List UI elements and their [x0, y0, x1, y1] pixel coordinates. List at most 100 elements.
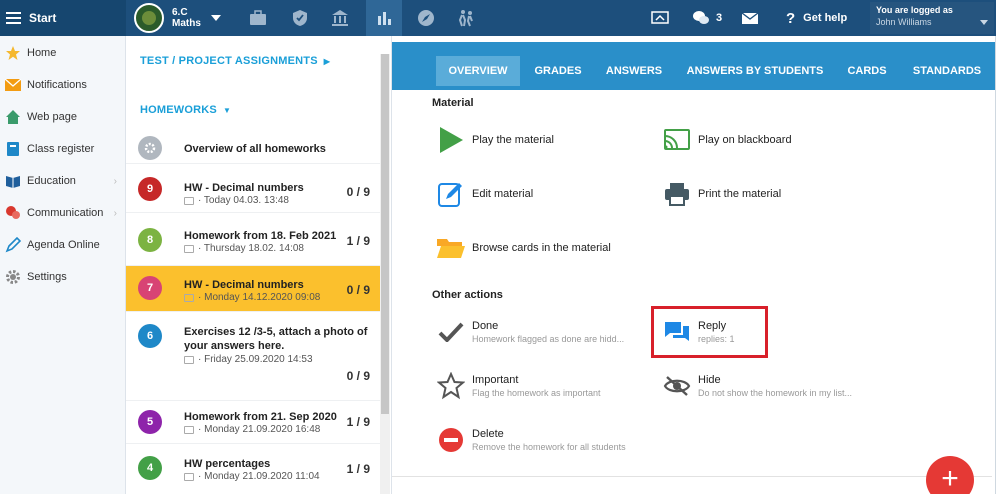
- chevron-down-icon: [210, 15, 221, 21]
- gear-icon: [5, 269, 21, 285]
- question-mark-icon: ?: [786, 9, 796, 27]
- sidebar-item-education[interactable]: Education ›: [0, 165, 125, 197]
- device-icon: [184, 355, 194, 364]
- delete-description: Remove the homework for all students: [472, 442, 626, 452]
- material-heading: Material: [432, 97, 474, 109]
- delete-button[interactable]: Delete Remove the homework for all stude…: [436, 423, 626, 457]
- homework-row[interactable]: 5 Homework from 21. Sep 2020 · Monday 21…: [126, 402, 380, 444]
- homework-date: · Monday 14.12.2020 09:08: [198, 292, 321, 303]
- tab-grades[interactable]: GRADES: [526, 56, 590, 86]
- homework-date: · Monday 21.09.2020 16:48: [198, 424, 321, 435]
- sidebar-item-label: Communication: [27, 207, 104, 219]
- user-menu[interactable]: You are logged as John Williams: [870, 2, 994, 34]
- edit-material-button[interactable]: Edit material: [436, 177, 533, 211]
- homework-score: 1 / 9: [346, 462, 370, 476]
- homework-title: Homework from 18. Feb 2021: [184, 230, 337, 242]
- homework-row[interactable]: 4 HW percentages · Monday 21.09.2020 11:…: [126, 445, 380, 494]
- sidebar-item-class-register[interactable]: Class register: [0, 133, 125, 165]
- play-material-button[interactable]: Play the material: [436, 123, 554, 157]
- checkmark-icon: [436, 317, 466, 347]
- important-label: Important: [472, 374, 519, 386]
- tab-answers[interactable]: ANSWERS: [598, 56, 670, 86]
- sidebar: Home Notifications Web page Class regist…: [0, 36, 126, 494]
- cast-screen-icon[interactable]: [650, 8, 670, 28]
- star-outline-icon: [436, 371, 466, 401]
- messages-button[interactable]: 3: [692, 0, 722, 36]
- sidebar-item-label: Home: [27, 47, 57, 59]
- homework-number-badge: 9: [138, 177, 162, 201]
- top-bar: Start 6.C Maths 3 ? Get help You are log…: [0, 0, 996, 36]
- test-project-assignments-link[interactable]: TEST / PROJECT ASSIGNMENTS ▶: [140, 55, 330, 67]
- homework-row-selected[interactable]: 7 HW - Decimal numbers · Monday 14.12.20…: [126, 266, 380, 312]
- hamburger-icon: [6, 12, 21, 24]
- homework-date: · Today 04.03. 13:48: [198, 195, 289, 206]
- folder-open-icon: [436, 233, 466, 263]
- add-fab-button[interactable]: +: [926, 456, 974, 494]
- sidebar-item-label: Web page: [27, 111, 77, 123]
- tab-cards[interactable]: CARDS: [838, 56, 896, 86]
- hide-button[interactable]: Hide Do not show the homework in my list…: [662, 369, 852, 403]
- scrollbar[interactable]: [380, 54, 390, 494]
- print-material-button[interactable]: Print the material: [662, 177, 781, 211]
- chat-icon: [5, 205, 21, 221]
- star-icon: [5, 45, 21, 61]
- compass-icon[interactable]: [416, 8, 436, 28]
- sidebar-item-web-page[interactable]: Web page: [0, 101, 125, 133]
- play-icon: [436, 125, 466, 155]
- hide-label: Hide: [698, 374, 721, 386]
- play-on-blackboard-button[interactable]: Play on blackboard: [662, 123, 792, 157]
- homework-score: 0 / 9: [346, 369, 370, 383]
- browse-cards-button[interactable]: Browse cards in the material: [436, 231, 611, 265]
- bar-chart-icon[interactable]: [366, 0, 402, 36]
- tab-answers-by-students[interactable]: ANSWERS BY STUDENTS: [680, 56, 830, 86]
- pen-icon: [5, 237, 21, 253]
- delete-label: Delete: [472, 428, 504, 440]
- gear-icon: [138, 136, 162, 160]
- class-avatar: [134, 3, 164, 33]
- overview-all-homeworks[interactable]: Overview of all homeworks: [126, 132, 380, 164]
- sidebar-item-home[interactable]: Home: [0, 37, 125, 69]
- house-icon: [5, 109, 21, 125]
- tab-overview[interactable]: OVERVIEW: [436, 56, 520, 86]
- scrollbar-thumb[interactable]: [381, 54, 389, 414]
- homework-date: · Monday 21.09.2020 11:04: [198, 471, 320, 482]
- class-selector[interactable]: 6.C Maths: [134, 0, 221, 36]
- homework-row[interactable]: 6 Exercises 12 /3-5, attach a photo of y…: [126, 313, 380, 401]
- briefcase-icon[interactable]: [248, 8, 268, 28]
- device-icon: [184, 244, 194, 253]
- chevron-right-icon: ▶: [323, 57, 331, 66]
- printer-icon: [662, 179, 692, 209]
- sidebar-item-settings[interactable]: Settings: [0, 261, 125, 293]
- sidebar-item-communication[interactable]: Communication ›: [0, 197, 125, 229]
- device-icon: [184, 425, 194, 434]
- start-menu-button[interactable]: Start: [0, 0, 126, 36]
- sidebar-item-agenda-online[interactable]: Agenda Online: [0, 229, 125, 261]
- homework-row[interactable]: 9 HW - Decimal numbers · Today 04.03. 13…: [126, 165, 380, 213]
- mail-icon[interactable]: [740, 8, 760, 28]
- start-label: Start: [29, 11, 57, 25]
- device-icon: [184, 196, 194, 205]
- play-material-label: Play the material: [472, 134, 554, 146]
- browse-cards-label: Browse cards in the material: [472, 242, 611, 254]
- help-label: Get help: [803, 12, 848, 24]
- sidebar-item-label: Education: [27, 175, 76, 187]
- shield-icon[interactable]: [290, 8, 310, 28]
- students-walking-icon[interactable]: [456, 8, 476, 28]
- tab-standards[interactable]: STANDARDS: [906, 56, 988, 86]
- homework-score: 1 / 9: [346, 234, 370, 248]
- homeworks-section-toggle[interactable]: HOMEWORKS ▼: [140, 104, 231, 116]
- homework-detail-panel: OVERVIEW GRADES ANSWERS ANSWERS BY STUDE…: [392, 36, 996, 494]
- message-count: 3: [716, 12, 723, 24]
- sidebar-item-notifications[interactable]: Notifications: [0, 69, 125, 101]
- important-button[interactable]: Important Flag the homework as important: [436, 369, 601, 403]
- reply-highlight-box: [651, 306, 768, 358]
- chevron-down-icon: [980, 20, 988, 25]
- cast-icon: [662, 125, 692, 155]
- homework-title: Homework from 21. Sep 2020: [184, 411, 337, 423]
- homework-row[interactable]: 8 Homework from 18. Feb 2021 · Thursday …: [126, 214, 380, 266]
- done-button[interactable]: Done Homework flagged as done are hidd..…: [436, 315, 624, 349]
- help-button[interactable]: ? Get help: [786, 0, 847, 36]
- device-icon: [184, 293, 194, 302]
- institution-icon[interactable]: [330, 8, 350, 28]
- divider: [392, 476, 992, 477]
